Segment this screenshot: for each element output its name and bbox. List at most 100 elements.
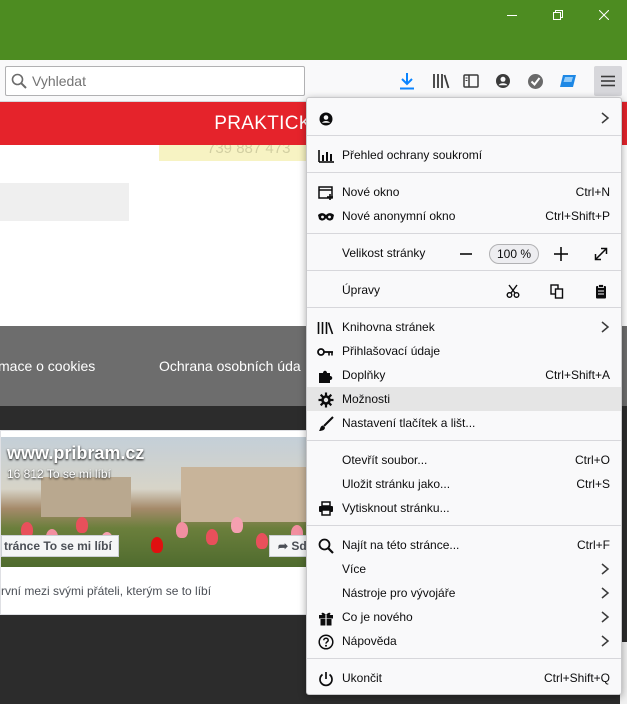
menu-label-options: Možnosti bbox=[342, 392, 391, 406]
menu-item-print[interactable]: Vytisknout stránku... bbox=[307, 496, 621, 520]
scissors-icon bbox=[506, 284, 520, 298]
restore-icon[interactable] bbox=[535, 0, 581, 30]
menu-icon[interactable] bbox=[594, 66, 622, 96]
shortcut-private-window: Ctrl+Shift+P bbox=[545, 209, 610, 223]
menu-label-find: Najít na této stránce... bbox=[342, 538, 460, 552]
menu-edit-row: Úpravy bbox=[307, 278, 621, 302]
shortcut-new-window: Ctrl+N bbox=[575, 185, 610, 199]
plus-icon bbox=[554, 247, 568, 261]
menu-label-zoom: Velikost stránky bbox=[342, 246, 426, 260]
menu-label-addons: Doplňky bbox=[342, 368, 386, 382]
download-icon[interactable] bbox=[395, 70, 419, 92]
search-icon bbox=[317, 537, 334, 554]
chevron-right-icon bbox=[601, 321, 610, 333]
new-window-icon bbox=[317, 184, 334, 201]
menu-item-help[interactable]: Nápověda bbox=[307, 629, 621, 653]
shortcut-find: Ctrl+F bbox=[577, 538, 610, 552]
menu-item-addons[interactable]: Doplňky Ctrl+Shift+A bbox=[307, 363, 621, 387]
menu-item-new-window[interactable]: Nové okno Ctrl+N bbox=[307, 180, 621, 204]
checkmark-extension-icon[interactable] bbox=[523, 70, 547, 92]
chevron-right-icon bbox=[601, 611, 610, 623]
library-icon bbox=[317, 319, 334, 336]
menu-label-quit: Ukončit bbox=[342, 671, 383, 685]
cut-button[interactable] bbox=[504, 282, 522, 300]
menu-label-customize: Nastavení tlačítek a lišt... bbox=[342, 416, 476, 430]
chevron-right-icon bbox=[601, 563, 610, 575]
private-mask-icon bbox=[317, 208, 334, 225]
menu-label-edit: Úpravy bbox=[342, 283, 381, 297]
copy-button[interactable] bbox=[548, 282, 566, 300]
paintbrush-icon bbox=[317, 415, 334, 432]
menu-label-save-page: Uložit stránku jako... bbox=[342, 477, 451, 491]
extension-icon[interactable] bbox=[556, 70, 580, 92]
menu-item-customize[interactable]: Nastavení tlačítek a lišt... bbox=[307, 411, 621, 435]
menu-item-privacy[interactable]: Přehled ochrany soukromí bbox=[307, 143, 621, 167]
printer-icon bbox=[317, 500, 334, 517]
gear-icon bbox=[317, 391, 334, 408]
facebook-cover-image: www.pribram.cz 16 812 To se mi líbí trán… bbox=[1, 437, 321, 567]
zoom-reset-button[interactable]: 100 % bbox=[489, 244, 539, 264]
menu-item-whatsnew[interactable]: Co je nového bbox=[307, 605, 621, 629]
facebook-like-button[interactable]: tránce To se mi líbí bbox=[1, 535, 119, 557]
window-titlebar bbox=[0, 0, 627, 60]
bar-chart-icon bbox=[317, 147, 334, 164]
minimize-icon[interactable] bbox=[489, 0, 535, 30]
chevron-right-icon bbox=[601, 587, 610, 599]
fullscreen-button[interactable] bbox=[592, 245, 610, 263]
menu-label-new-window: Nové okno bbox=[342, 185, 400, 199]
puzzle-icon bbox=[317, 367, 334, 384]
gray-block bbox=[0, 183, 129, 221]
zoom-in-button[interactable] bbox=[552, 245, 570, 263]
phone-box: 739 887 473 bbox=[159, 145, 309, 161]
search-box[interactable]: Vyhledat bbox=[5, 66, 305, 96]
menu-account-row[interactable] bbox=[307, 106, 621, 130]
cookies-link[interactable]: mace o cookies bbox=[0, 358, 95, 374]
menu-item-save-page[interactable]: Uložit stránku jako... Ctrl+S bbox=[307, 472, 621, 496]
phone-text: 739 887 473 bbox=[207, 145, 291, 157]
menu-item-options[interactable]: Možnosti bbox=[307, 387, 621, 411]
chevron-right-icon bbox=[601, 635, 610, 647]
menu-item-more[interactable]: Více bbox=[307, 557, 621, 581]
menu-item-private-window[interactable]: Nové anonymní okno Ctrl+Shift+P bbox=[307, 204, 621, 228]
library-icon[interactable] bbox=[429, 70, 453, 92]
menu-item-logins[interactable]: Přihlašovací údaje bbox=[307, 339, 621, 363]
shortcut-quit: Ctrl+Shift+Q bbox=[543, 671, 610, 685]
zoom-out-button[interactable] bbox=[457, 246, 475, 262]
chevron-right-icon bbox=[601, 112, 610, 124]
shortcut-open-file: Ctrl+O bbox=[574, 453, 610, 467]
fullscreen-icon bbox=[594, 247, 608, 261]
menu-item-find[interactable]: Najít na této stránce... Ctrl+F bbox=[307, 533, 621, 557]
close-icon[interactable] bbox=[581, 0, 627, 30]
menu-item-open-file[interactable]: Otevřít soubor... Ctrl+O bbox=[307, 448, 621, 472]
navigation-toolbar: Vyhledat bbox=[0, 60, 627, 102]
menu-item-library[interactable]: Knihovna stránek bbox=[307, 315, 621, 339]
facebook-like-label: tránce To se mi líbí bbox=[4, 539, 112, 553]
menu-label-whatsnew: Co je nového bbox=[342, 610, 413, 624]
menu-label-help: Nápověda bbox=[342, 634, 397, 648]
search-icon bbox=[6, 73, 32, 89]
power-icon bbox=[317, 670, 334, 687]
account-icon bbox=[317, 110, 334, 127]
shortcut-save-page: Ctrl+S bbox=[576, 477, 610, 491]
menu-label-devtools: Nástroje pro vývojáře bbox=[342, 586, 456, 600]
copy-icon bbox=[550, 283, 564, 299]
menu-label-open-file: Otevřít soubor... bbox=[342, 453, 428, 467]
share-icon: ➦ bbox=[278, 539, 289, 553]
facebook-page-title[interactable]: www.pribram.cz bbox=[7, 443, 144, 464]
search-placeholder: Vyhledat bbox=[32, 73, 86, 89]
key-icon bbox=[317, 343, 334, 360]
gift-icon bbox=[317, 609, 334, 626]
menu-item-devtools[interactable]: Nástroje pro vývojáře bbox=[307, 581, 621, 605]
menu-label-print: Vytisknout stránku... bbox=[342, 501, 450, 515]
menu-label-more: Více bbox=[342, 562, 367, 576]
menu-label-privacy: Přehled ochrany soukromí bbox=[342, 148, 483, 162]
minus-icon bbox=[460, 253, 472, 255]
menu-label-logins: Přihlašovací údaje bbox=[342, 344, 441, 358]
privacy-link[interactable]: Ochrana osobních úda bbox=[159, 358, 301, 374]
sidebar-icon[interactable] bbox=[459, 70, 483, 92]
help-icon bbox=[317, 633, 334, 650]
paste-button[interactable] bbox=[592, 282, 610, 300]
main-menu-panel: Přehled ochrany soukromí Nové okno Ctrl+… bbox=[306, 97, 622, 695]
menu-item-quit[interactable]: Ukončit Ctrl+Shift+Q bbox=[307, 666, 621, 690]
account-icon[interactable] bbox=[491, 70, 515, 92]
